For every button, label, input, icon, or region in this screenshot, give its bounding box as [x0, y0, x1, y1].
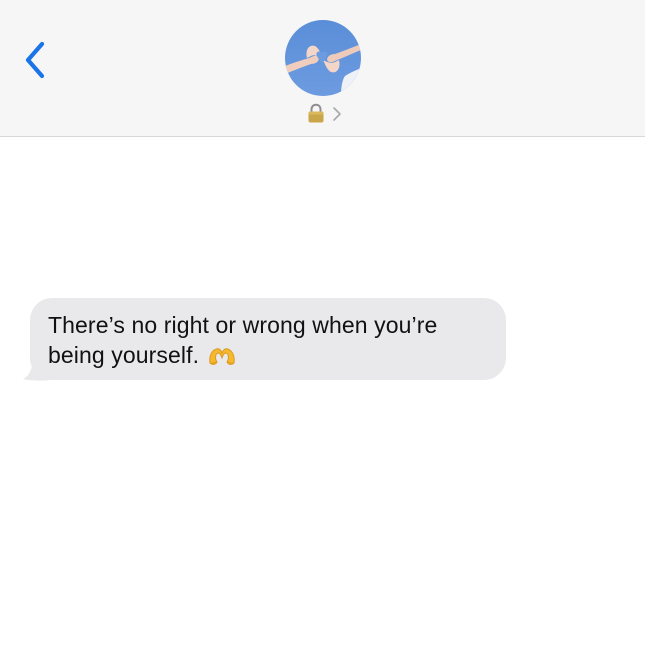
lock-icon	[308, 103, 324, 123]
back-button[interactable]	[18, 40, 52, 80]
heart-hands-photo-icon	[285, 20, 361, 96]
incoming-message-bubble[interactable]: There’s no right or wrong when you’re be…	[30, 298, 506, 380]
heart-hands-emoji	[209, 348, 235, 365]
conversation-header	[0, 0, 645, 137]
messages-screen: There’s no right or wrong when you’re be…	[0, 0, 645, 645]
message-thread[interactable]: There’s no right or wrong when you’re be…	[0, 137, 645, 645]
chevron-left-icon	[25, 41, 45, 79]
chevron-right-icon	[333, 107, 341, 121]
message-text: There’s no right or wrong when you’re be…	[48, 312, 438, 368]
contact-details-button[interactable]	[305, 102, 345, 126]
contact-avatar[interactable]	[285, 20, 361, 96]
